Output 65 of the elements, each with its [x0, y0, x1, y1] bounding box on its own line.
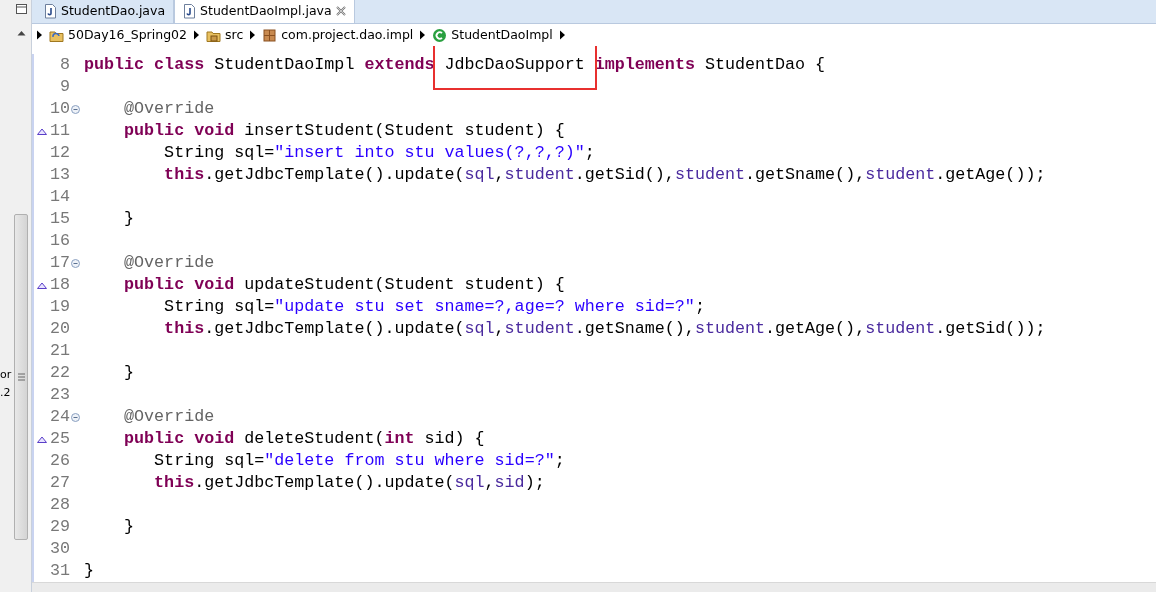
- chevron-icon: [558, 30, 566, 40]
- code-line-text: String sql="update stu set sname=?,age=? where sid=?";: [163, 296, 705, 318]
- line-number: 23: [48, 384, 70, 406]
- line-number: 25: [48, 428, 70, 450]
- code-line-text: }: [123, 208, 135, 230]
- breadcrumb-item[interactable]: src: [204, 25, 246, 45]
- line-number: 14: [48, 186, 70, 208]
- panel-text: or: [0, 367, 12, 383]
- line-number: 30: [48, 538, 70, 560]
- line-number: 21: [48, 340, 70, 362]
- chevron-icon: [193, 30, 200, 40]
- code-line-text: public void updateStudent(Student student) {: [123, 274, 565, 296]
- line-number: 29: [48, 516, 70, 538]
- chevron-icon: [249, 30, 257, 40]
- line-number: 16: [48, 230, 70, 252]
- line-number: 27: [48, 472, 70, 494]
- code-line-text: String sql="delete from stu where sid=?";: [153, 450, 565, 472]
- line-number: 31: [48, 560, 70, 582]
- java-file-icon: [183, 3, 197, 19]
- line-number: 17: [48, 252, 70, 274]
- code-line-text: }: [123, 362, 135, 384]
- restore-icon[interactable]: [15, 4, 27, 14]
- chevron-icon: [36, 30, 43, 40]
- line-number: 11: [48, 120, 70, 142]
- code-line-text: this.getJdbcTemplate().update(sql,student.getSname(),student.getAge(),student.getSid());: [163, 318, 1046, 340]
- close-icon[interactable]: [335, 6, 346, 16]
- line-number: 15: [48, 208, 70, 230]
- code-line-text: }: [84, 560, 94, 582]
- breadcrumb-item[interactable]: 50Day16_Spring02: [47, 25, 189, 45]
- line-number: 22: [48, 362, 70, 384]
- line-number: 24: [48, 406, 70, 428]
- line-number: 26: [48, 450, 70, 472]
- breadcrumb-item[interactable]: StudentDaoImpl: [430, 25, 555, 45]
- code-line-text: public class StudentDaoImpl extends JdbcDaoSupport implements StudentDao {: [84, 54, 826, 76]
- code-line-text: String sql="insert into stu values(?,?,?)";: [163, 142, 595, 164]
- scroll-up-icon[interactable]: [16, 30, 26, 36]
- scrollbar-thumb[interactable]: [14, 214, 28, 540]
- line-number: 10: [48, 98, 70, 120]
- line-number: 28: [48, 494, 70, 516]
- code-line-text: @Override: [123, 406, 215, 428]
- line-number: 8: [59, 54, 70, 76]
- code-line-text: public void deleteStudent(int sid) {: [123, 428, 485, 450]
- line-number: 18: [48, 274, 70, 296]
- class-icon: [432, 27, 448, 43]
- code-line-text: this.getJdbcTemplate().update(sql,sid);: [153, 472, 545, 494]
- chevron-icon: [419, 30, 427, 40]
- line-number: 19: [48, 296, 70, 318]
- line-number: 20: [48, 318, 70, 340]
- java-file-icon: [44, 3, 57, 19]
- package-icon: [262, 27, 278, 43]
- collapse-icon[interactable]: [71, 258, 80, 268]
- editor-tab[interactable]: StudentDaoImpl.java: [174, 0, 355, 23]
- line-number: 9: [59, 76, 70, 98]
- line-number: 13: [48, 164, 70, 186]
- code-line-text: this.getJdbcTemplate().update(sql,student.getSid(),student.getSname(),student.getAge());: [163, 164, 1046, 186]
- panel-text: .2: [0, 385, 12, 401]
- code-line-text: @Override: [123, 98, 215, 120]
- collapse-icon[interactable]: [71, 412, 80, 422]
- code-line-text: public void insertStudent(Student student) {: [123, 120, 565, 142]
- collapse-icon[interactable]: [71, 104, 80, 114]
- code-line-text: }: [123, 516, 135, 538]
- line-number: 12: [48, 142, 70, 164]
- horizontal-scrollbar[interactable]: [32, 582, 1156, 592]
- code-line-text: @Override: [123, 252, 215, 274]
- breadcrumb-item[interactable]: com.project.dao.impl: [260, 25, 416, 45]
